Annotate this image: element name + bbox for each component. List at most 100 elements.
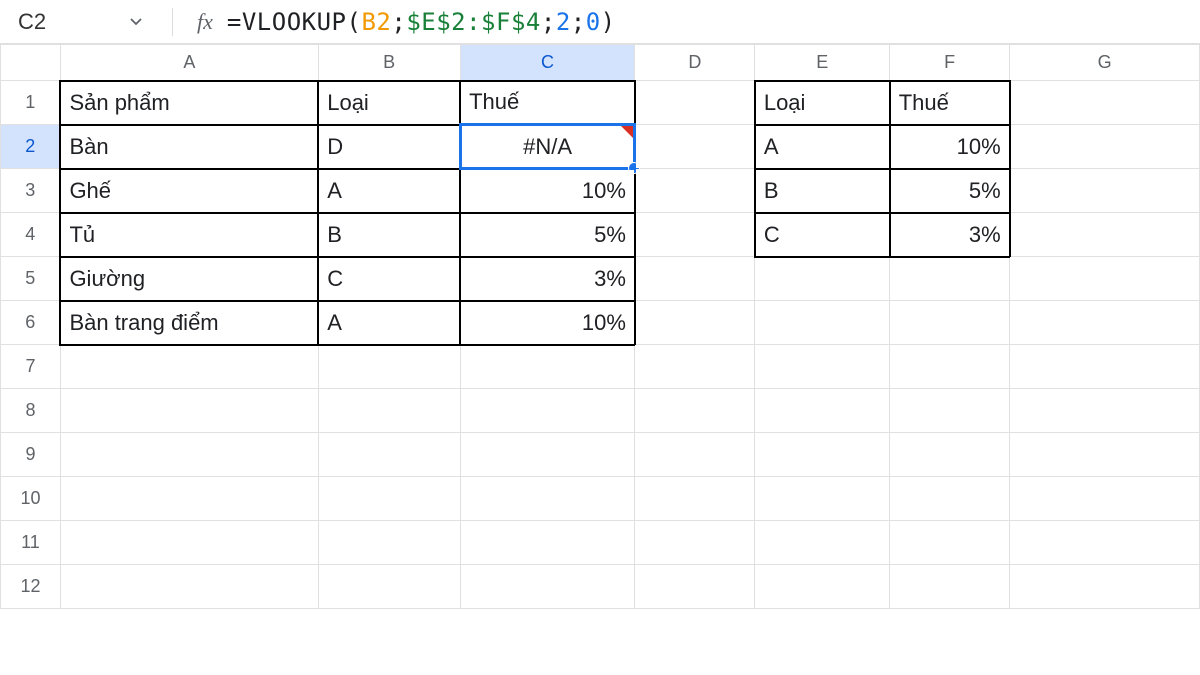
row-header-2[interactable]: 2 [1,125,61,169]
cell-C11[interactable] [460,521,635,565]
col-header-G[interactable]: G [1010,45,1200,81]
cell-F12[interactable] [890,565,1010,609]
cell-F7[interactable] [890,345,1010,389]
cell-D1[interactable] [635,81,755,125]
cell-E4[interactable]: C [755,213,890,257]
cell-F11[interactable] [890,521,1010,565]
col-header-B[interactable]: B [318,45,460,81]
cell-A3[interactable]: Ghế [60,169,318,213]
cell-D12[interactable] [635,565,755,609]
cell-F10[interactable] [890,477,1010,521]
cell-D9[interactable] [635,433,755,477]
col-header-D[interactable]: D [635,45,755,81]
cell-C5[interactable]: 3% [460,257,635,301]
cell-E2[interactable]: A [755,125,890,169]
cell-D11[interactable] [635,521,755,565]
cell-C12[interactable] [460,565,635,609]
cell-D5[interactable] [635,257,755,301]
row-header-5[interactable]: 5 [1,257,61,301]
cell-G1[interactable] [1010,81,1200,125]
cell-F3[interactable]: 5% [890,169,1010,213]
cell-B7[interactable] [318,345,460,389]
cell-C2[interactable]: #N/A [460,125,635,169]
select-all-corner[interactable] [1,45,61,81]
cell-D6[interactable] [635,301,755,345]
cell-B2[interactable]: D [318,125,460,169]
cell-D4[interactable] [635,213,755,257]
cell-F9[interactable] [890,433,1010,477]
cell-B1[interactable]: Loại [318,81,460,125]
cell-G6[interactable] [1010,301,1200,345]
name-box-dropdown[interactable] [120,0,162,43]
cell-B8[interactable] [318,389,460,433]
cell-E1[interactable]: Loại [755,81,890,125]
cell-B3[interactable]: A [318,169,460,213]
cell-D10[interactable] [635,477,755,521]
cell-F6[interactable] [890,301,1010,345]
cell-E11[interactable] [755,521,890,565]
cell-A6[interactable]: Bàn trang điểm [60,301,318,345]
row-header-6[interactable]: 6 [1,301,61,345]
cell-G5[interactable] [1010,257,1200,301]
cell-F8[interactable] [890,389,1010,433]
cell-B6[interactable]: A [318,301,460,345]
cell-A1[interactable]: Sản phẩm [60,81,318,125]
row-header-1[interactable]: 1 [1,81,61,125]
cell-C4[interactable]: 5% [460,213,635,257]
cell-B4[interactable]: B [318,213,460,257]
cell-C10[interactable] [460,477,635,521]
cell-A11[interactable] [60,521,318,565]
cell-E5[interactable] [755,257,890,301]
col-header-C[interactable]: C [460,45,635,81]
row-header-3[interactable]: 3 [1,169,61,213]
cell-A10[interactable] [60,477,318,521]
spreadsheet-grid[interactable]: A B C D E F G 1 Sản phẩm Loại Thuế Loại … [0,44,1200,609]
name-box[interactable]: C2 [0,9,120,35]
row-header-9[interactable]: 9 [1,433,61,477]
cell-A5[interactable]: Giường [60,257,318,301]
cell-C8[interactable] [460,389,635,433]
row-header-4[interactable]: 4 [1,213,61,257]
cell-E12[interactable] [755,565,890,609]
cell-G4[interactable] [1010,213,1200,257]
cell-C9[interactable] [460,433,635,477]
cell-G10[interactable] [1010,477,1200,521]
cell-F4[interactable]: 3% [890,213,1010,257]
cell-B9[interactable] [318,433,460,477]
cell-G12[interactable] [1010,565,1200,609]
cell-C7[interactable] [460,345,635,389]
cell-C3[interactable]: 10% [460,169,635,213]
cell-C6[interactable]: 10% [460,301,635,345]
cell-D7[interactable] [635,345,755,389]
cell-A7[interactable] [60,345,318,389]
cell-E8[interactable] [755,389,890,433]
cell-C1[interactable]: Thuế [460,81,635,125]
col-header-F[interactable]: F [890,45,1010,81]
cell-A4[interactable]: Tủ [60,213,318,257]
cell-G9[interactable] [1010,433,1200,477]
cell-A2[interactable]: Bàn [60,125,318,169]
cell-F2[interactable]: 10% [890,125,1010,169]
cell-E3[interactable]: B [755,169,890,213]
cell-G7[interactable] [1010,345,1200,389]
col-header-A[interactable]: A [60,45,318,81]
cell-E7[interactable] [755,345,890,389]
cell-A8[interactable] [60,389,318,433]
row-header-8[interactable]: 8 [1,389,61,433]
cell-D3[interactable] [635,169,755,213]
cell-B5[interactable]: C [318,257,460,301]
cell-G8[interactable] [1010,389,1200,433]
cell-D8[interactable] [635,389,755,433]
row-header-7[interactable]: 7 [1,345,61,389]
row-header-12[interactable]: 12 [1,565,61,609]
formula-input[interactable]: =VLOOKUP(B2;$E$2:$F$4;2;0) [227,8,1200,36]
cell-E6[interactable] [755,301,890,345]
cell-B12[interactable] [318,565,460,609]
cell-E10[interactable] [755,477,890,521]
cell-B10[interactable] [318,477,460,521]
row-header-11[interactable]: 11 [1,521,61,565]
cell-G3[interactable] [1010,169,1200,213]
cell-A12[interactable] [60,565,318,609]
cell-E9[interactable] [755,433,890,477]
cell-G2[interactable] [1010,125,1200,169]
